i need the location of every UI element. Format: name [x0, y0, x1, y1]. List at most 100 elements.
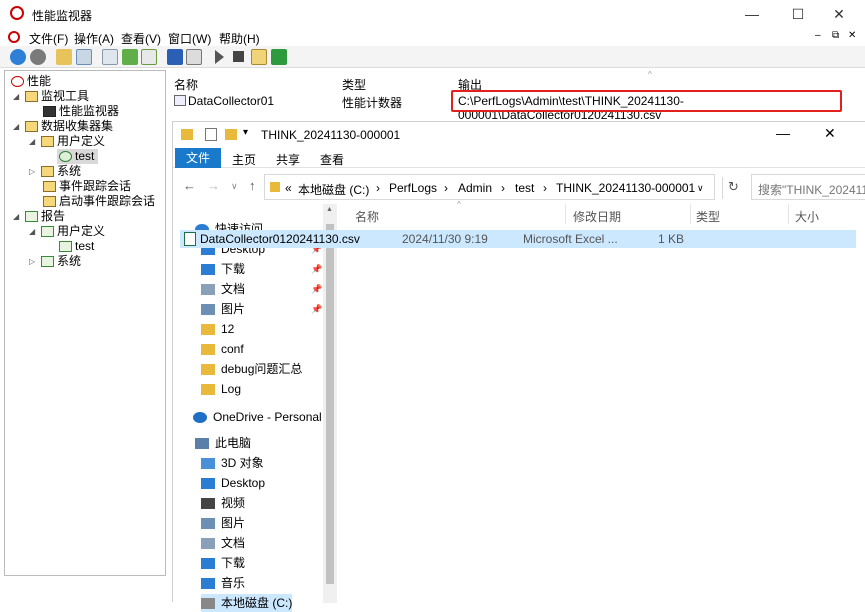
tree-node-perf-monitor[interactable]: 性能监视器: [41, 104, 119, 119]
file-row[interactable]: DataCollector0120241130.csv 2024/11/30 9…: [180, 230, 856, 248]
maximize-button[interactable]: ☐: [775, 0, 821, 28]
menu-help[interactable]: 帮助(H): [219, 30, 260, 47]
column-divider[interactable]: [690, 204, 691, 224]
column-divider[interactable]: [565, 204, 566, 224]
expand-icon[interactable]: ▷: [29, 254, 39, 269]
tree-node-system[interactable]: ▷ 系统: [29, 164, 81, 179]
pin-icon[interactable]: 📌: [311, 264, 322, 275]
nav-item[interactable]: 图片: [201, 300, 245, 318]
back-button[interactable]: ←: [183, 178, 196, 193]
properties-quick-icon[interactable]: [205, 128, 217, 141]
nav-item[interactable]: 本地磁盘 (C:): [201, 594, 293, 612]
forward-button[interactable]: →: [207, 178, 220, 193]
menu-view[interactable]: 查看(V): [121, 30, 161, 47]
address-dropdown-icon[interactable]: ∨: [697, 183, 704, 194]
nav-item[interactable]: debug问题汇总: [201, 360, 302, 378]
mdi-restore-button[interactable]: ⧉: [832, 30, 839, 41]
up-folder-icon[interactable]: [56, 49, 72, 65]
collapse-icon[interactable]: ◢: [13, 209, 23, 224]
save-icon[interactable]: [271, 49, 287, 65]
tree-node-reports-user-defined[interactable]: ◢ 用户定义: [29, 224, 105, 239]
nav-item[interactable]: conf: [201, 340, 244, 358]
quick-access-dropdown-icon[interactable]: ▾: [243, 127, 248, 138]
expand-icon[interactable]: ▷: [29, 164, 39, 179]
new-folder-quick-icon[interactable]: [225, 129, 237, 140]
refresh-icon[interactable]: [122, 49, 138, 65]
nav-item[interactable]: Log: [201, 380, 241, 398]
help-icon[interactable]: [167, 49, 183, 65]
nav-item[interactable]: 此电脑: [195, 434, 251, 452]
nav-scrollbar[interactable]: ▲: [323, 204, 337, 603]
menu-file[interactable]: 文件(F): [29, 30, 68, 47]
pin-icon[interactable]: 📌: [311, 284, 322, 295]
start-icon[interactable]: [215, 50, 224, 64]
breadcrumb-perflogs[interactable]: PerfLogs: [389, 181, 437, 195]
forward-arrow-icon[interactable]: [30, 49, 46, 65]
menu-action[interactable]: 操作(A): [74, 30, 114, 47]
refresh-button[interactable]: ↻: [722, 177, 744, 199]
breadcrumb-overflow[interactable]: «: [285, 181, 292, 195]
breadcrumb-test[interactable]: test: [515, 181, 534, 195]
console-icon[interactable]: [186, 49, 202, 65]
breadcrumb-admin[interactable]: Admin: [458, 181, 492, 195]
collapse-icon[interactable]: ◢: [29, 224, 39, 239]
scroll-up-icon[interactable]: ▲: [326, 206, 333, 213]
tab-view[interactable]: 查看: [320, 151, 344, 168]
breadcrumb-current[interactable]: THINK_20241130-000001: [556, 181, 695, 195]
nav-item[interactable]: Desktop: [201, 474, 265, 492]
properties-icon[interactable]: [102, 49, 118, 65]
tree-node-data-collector-sets[interactable]: ◢ 数据收集器集: [13, 119, 113, 134]
pin-icon[interactable]: 📌: [311, 304, 322, 315]
nav-item[interactable]: 图片: [201, 514, 245, 532]
nav-item[interactable]: 音乐: [201, 574, 245, 592]
mdi-minimize-button[interactable]: –: [815, 30, 821, 41]
back-arrow-icon[interactable]: [10, 49, 26, 65]
minimize-button[interactable]: —: [729, 0, 775, 28]
tab-share[interactable]: 共享: [276, 151, 300, 168]
nav-item[interactable]: 视频: [201, 494, 245, 512]
explorer-minimize-button[interactable]: —: [776, 125, 790, 141]
stop-icon[interactable]: [233, 51, 244, 62]
tree-node-user-defined[interactable]: ◢ 用户定义: [29, 134, 105, 149]
nav-item[interactable]: 3D 对象: [201, 454, 264, 472]
collapse-icon[interactable]: ◢: [29, 134, 39, 149]
close-button[interactable]: ✕: [816, 0, 862, 28]
column-header-type[interactable]: 类型: [342, 76, 366, 93]
nav-item[interactable]: 下载: [201, 554, 245, 572]
collapse-icon[interactable]: ◢: [13, 119, 23, 134]
nav-item[interactable]: 文档: [201, 534, 245, 552]
column-header-size[interactable]: 大小: [795, 208, 819, 225]
show-hide-tree-icon[interactable]: [76, 49, 92, 65]
address-bar[interactable]: « 本地磁盘 (C:) › PerfLogs › Admin › test › …: [264, 174, 715, 200]
scroll-thumb[interactable]: [326, 224, 334, 584]
collapse-icon[interactable]: ◢: [13, 89, 23, 104]
tree-node-monitor-tools[interactable]: ◢ 监视工具: [13, 89, 89, 104]
nav-item[interactable]: 12: [201, 320, 234, 338]
explorer-close-button[interactable]: ✕: [824, 125, 836, 142]
column-header-type[interactable]: 类型: [696, 208, 720, 225]
tree-node-startup-trace[interactable]: 启动事件跟踪会话: [41, 194, 155, 209]
column-divider[interactable]: [788, 204, 789, 224]
tab-home[interactable]: 主页: [232, 151, 256, 168]
tree-node-reports-system[interactable]: ▷ 系统: [29, 254, 81, 269]
tree-node-reports[interactable]: ◢ 报告: [13, 209, 65, 224]
column-header-modified[interactable]: 修改日期: [573, 208, 621, 225]
up-button[interactable]: ↑: [249, 178, 256, 193]
nav-item[interactable]: 文档: [201, 280, 245, 298]
column-header-name[interactable]: 名称: [174, 76, 198, 93]
export-icon[interactable]: [141, 49, 157, 65]
breadcrumb-drive[interactable]: 本地磁盘 (C:): [298, 181, 369, 198]
column-header-name[interactable]: 名称: [355, 208, 379, 225]
tab-file[interactable]: 文件: [175, 148, 221, 168]
nav-item[interactable]: 下载: [201, 260, 245, 278]
mdi-close-button[interactable]: ✕: [848, 30, 856, 41]
tree-node-reports-test[interactable]: test: [57, 239, 94, 254]
nav-item[interactable]: OneDrive - Personal: [193, 408, 322, 426]
search-input[interactable]: 搜索"THINK_20241130-000001": [751, 174, 865, 200]
new-collector-icon[interactable]: [251, 49, 267, 65]
tree-node-performance[interactable]: 性能: [9, 74, 51, 89]
tree-node-event-trace[interactable]: 事件跟踪会话: [41, 179, 131, 194]
menu-window[interactable]: 窗口(W): [168, 30, 211, 47]
recent-dropdown-button[interactable]: ∨: [231, 181, 238, 192]
tree-node-test[interactable]: test: [57, 149, 99, 164]
